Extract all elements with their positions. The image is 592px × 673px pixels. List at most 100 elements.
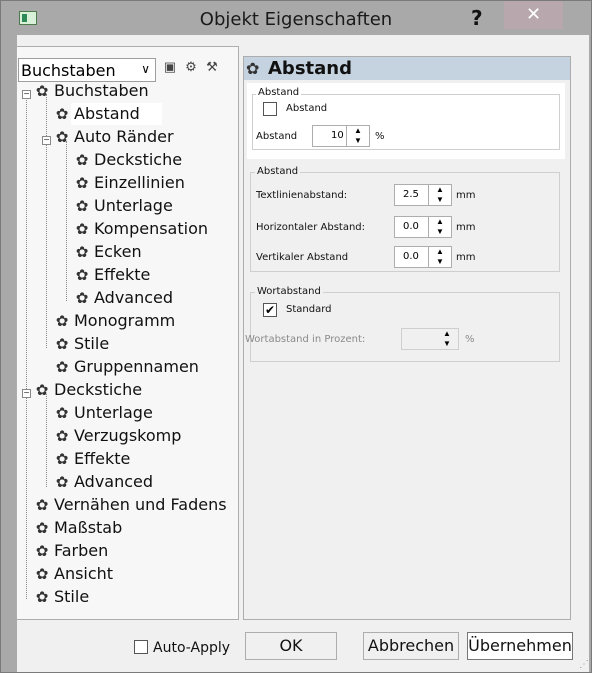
tree-item[interactable]: ✿ Advanced bbox=[54, 471, 153, 493]
spacing-checkbox[interactable] bbox=[263, 102, 277, 116]
vertical-spacing-unit: mm bbox=[456, 252, 476, 263]
spin-down-icon[interactable]: ▼ bbox=[436, 339, 458, 349]
standard-checkbox[interactable]: ✔ bbox=[263, 303, 277, 317]
gear-icon: ✿ bbox=[55, 427, 69, 445]
tree-item-selected[interactable]: ✿ Abstand bbox=[54, 103, 162, 125]
tree-item[interactable]: ✿ Stile bbox=[54, 333, 109, 355]
gear-icon: ✿ bbox=[35, 519, 49, 537]
spinner-buttons[interactable]: ▲ ▼ bbox=[428, 185, 451, 205]
gear-icon: ✿ bbox=[55, 335, 69, 353]
tree-item[interactable]: ✿ Monogramm bbox=[54, 310, 176, 332]
save-icon[interactable]: ▣ bbox=[162, 59, 178, 75]
spinner-buttons[interactable]: ▲ ▼ bbox=[428, 217, 451, 237]
line-spacing-unit: mm bbox=[456, 190, 476, 201]
tree-item[interactable]: ✿ Deckstiche bbox=[34, 379, 142, 401]
window-title: Objekt Eigenschaften bbox=[199, 9, 393, 30]
spin-down-icon[interactable]: ▼ bbox=[347, 136, 369, 146]
spinner-buttons[interactable]: ▲ ▼ bbox=[346, 126, 369, 146]
title-bar[interactable]: Objekt Eigenschaften ? ✕ bbox=[1, 1, 591, 35]
horizontal-spacing-label: Horizontaler Abstand: bbox=[256, 222, 366, 233]
tree-item[interactable]: ✿ Vernähen und Fadens bbox=[34, 494, 227, 516]
tools-icon[interactable]: ⚒ bbox=[204, 59, 220, 75]
gear-icon: ✿ bbox=[75, 174, 89, 192]
auto-apply-label: Auto-Apply bbox=[153, 640, 231, 656]
spacing-stepper[interactable]: 10 ▲ ▼ bbox=[312, 125, 370, 147]
gear-icon: ✿ bbox=[75, 197, 89, 215]
standard-checkbox-label: Standard bbox=[286, 304, 332, 315]
spin-up-icon[interactable]: ▲ bbox=[429, 185, 451, 195]
horizontal-spacing-unit: mm bbox=[456, 222, 476, 233]
tree-item[interactable]: ✿ Stile bbox=[34, 586, 89, 608]
line-spacing-label: Textlinienabstand: bbox=[256, 190, 348, 201]
gear-icon: ✿ bbox=[35, 496, 49, 514]
spacing-checkbox-label: Abstand bbox=[286, 103, 328, 114]
spin-up-icon[interactable]: ▲ bbox=[436, 329, 458, 339]
gear-icon: ✿ bbox=[55, 105, 69, 123]
tree-item[interactable]: ✿ Maßstab bbox=[34, 517, 123, 539]
help-button[interactable]: ? bbox=[471, 6, 483, 30]
cancel-button[interactable]: Abbrechen bbox=[363, 632, 459, 660]
tree-item[interactable]: ✿ Farben bbox=[34, 540, 109, 562]
spin-up-icon[interactable]: ▲ bbox=[429, 247, 451, 257]
gear-icon: ✿ bbox=[75, 220, 89, 238]
tree-item[interactable]: ✿ Ecken bbox=[74, 241, 142, 263]
apply-button[interactable]: Übernehmen bbox=[467, 632, 573, 660]
spin-down-icon[interactable]: ▼ bbox=[429, 195, 451, 205]
tree-item[interactable]: ✿ Gruppennamen bbox=[54, 356, 199, 378]
resize-grip-icon[interactable]: ⋰ bbox=[579, 659, 589, 670]
combo-value: Buchstaben bbox=[21, 61, 116, 80]
vertical-spacing-stepper[interactable]: 0.0 ▲ ▼ bbox=[394, 246, 452, 268]
horizontal-spacing-stepper[interactable]: 0.0 ▲ ▼ bbox=[394, 216, 452, 238]
gear-icon: ✿ bbox=[246, 61, 260, 78]
tree-item[interactable]: ✿ Deckstiche bbox=[74, 149, 182, 171]
tree-item[interactable]: ✿ Unterlage bbox=[74, 195, 173, 217]
gear-icon: ✿ bbox=[35, 588, 49, 606]
line-spacing-stepper[interactable]: 2.5 ▲ ▼ bbox=[394, 184, 452, 206]
close-button[interactable]: ✕ bbox=[504, 1, 563, 29]
word-spacing-unit: % bbox=[465, 334, 475, 345]
gear-icon: ✿ bbox=[55, 450, 69, 468]
settings-icon[interactable]: ⚙ bbox=[183, 59, 199, 75]
tree-item[interactable]: ✿ Effekte bbox=[74, 264, 151, 286]
tree-item[interactable]: ✿ Ansicht bbox=[34, 563, 113, 585]
ok-button[interactable]: OK bbox=[245, 632, 337, 660]
spacing-group-title: Abstand bbox=[256, 87, 302, 98]
word-spacing-stepper[interactable]: ▲ ▼ bbox=[401, 328, 459, 350]
spin-up-icon[interactable]: ▲ bbox=[347, 126, 369, 136]
vertical-spacing-label: Vertikaler Abstand bbox=[256, 252, 349, 263]
gear-icon: ✿ bbox=[55, 128, 69, 146]
gear-icon: ✿ bbox=[35, 542, 49, 560]
gear-icon: ✿ bbox=[75, 289, 89, 307]
panel-header: ✿ Abstand bbox=[244, 57, 570, 80]
gear-icon: ✿ bbox=[75, 266, 89, 284]
chevron-down-icon: ∨ bbox=[141, 62, 150, 76]
spinner-buttons[interactable]: ▲ ▼ bbox=[428, 247, 451, 267]
category-combo[interactable]: Buchstaben ∨ bbox=[18, 58, 156, 82]
spin-down-icon[interactable]: ▼ bbox=[429, 227, 451, 237]
tree-item[interactable]: ✿ Einzellinien bbox=[74, 172, 185, 194]
word-spacing-percent-label: Wortabstand in Prozent: bbox=[245, 334, 366, 345]
tree-item[interactable]: ✿ Verzugskomp bbox=[54, 425, 182, 447]
tree-item[interactable]: ✿ Effekte bbox=[54, 448, 131, 470]
gear-icon: ✿ bbox=[55, 358, 69, 376]
collapse-icon[interactable]: − bbox=[42, 136, 51, 146]
gear-icon: ✿ bbox=[75, 243, 89, 261]
spinner-buttons[interactable]: ▲ ▼ bbox=[436, 329, 458, 349]
auto-apply-checkbox[interactable] bbox=[134, 640, 148, 654]
spin-down-icon[interactable]: ▼ bbox=[429, 257, 451, 267]
tree-item[interactable]: ✿ Unterlage bbox=[54, 402, 153, 424]
tree-item[interactable]: ✿ Kompensation bbox=[74, 218, 208, 240]
gear-icon: ✿ bbox=[35, 565, 49, 583]
spin-up-icon[interactable]: ▲ bbox=[429, 217, 451, 227]
spacing-field-label: Abstand bbox=[256, 131, 298, 142]
tree-item[interactable]: ✿ Auto Ränder bbox=[54, 126, 174, 148]
collapse-icon[interactable]: − bbox=[22, 90, 31, 100]
word-spacing-group bbox=[250, 292, 560, 362]
panel-title: Abstand bbox=[268, 58, 352, 79]
distance-group-title: Abstand bbox=[255, 166, 301, 177]
tree-item[interactable]: ✿ Buchstaben bbox=[34, 80, 149, 102]
gear-icon: ✿ bbox=[55, 404, 69, 422]
collapse-icon[interactable]: − bbox=[22, 389, 31, 399]
gear-icon: ✿ bbox=[35, 381, 49, 399]
tree-item[interactable]: ✿ Advanced bbox=[74, 287, 173, 309]
